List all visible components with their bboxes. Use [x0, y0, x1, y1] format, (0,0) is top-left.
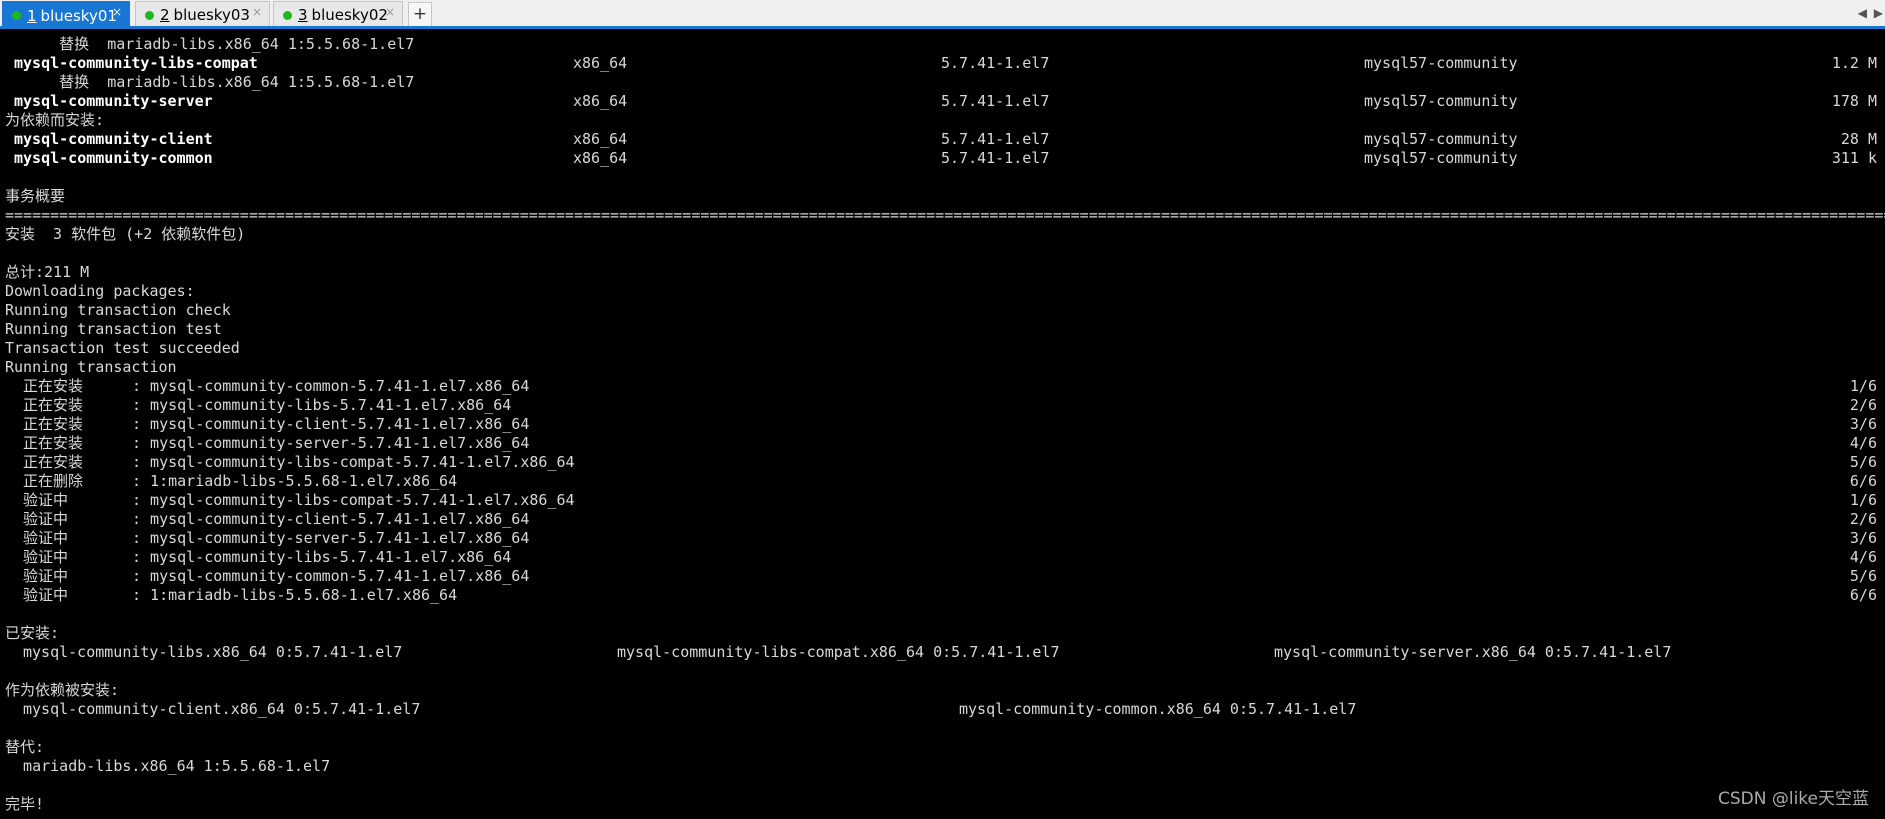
tab-bluesky01[interactable]: 1 bluesky01 × — [2, 1, 130, 29]
tab-number: 2 — [160, 6, 170, 24]
installed-heading: 已安装: — [5, 624, 60, 642]
install-count-line: 安装 3 软件包 (+2 依赖软件包) — [5, 225, 246, 243]
transaction-step: 正在删除 : 1:mariadb-libs-5.5.68-1.el7.x86_6… — [5, 472, 1877, 490]
connected-status-icon — [12, 11, 21, 20]
close-icon[interactable]: × — [252, 5, 262, 19]
terminal-output[interactable]: 替换 mariadb-libs.x86_64 1:5.5.68-1.el7 my… — [0, 30, 1885, 819]
tab-bar: 1 bluesky01 × 2 bluesky03 × 3 bluesky02 … — [0, 0, 1885, 29]
status-line: Transaction test succeeded — [5, 339, 240, 357]
package-row: mysql-community-server x86_64 5.7.41-1.e… — [14, 92, 1877, 110]
tab-number: 3 — [298, 6, 308, 24]
tab-label: bluesky01 — [40, 6, 117, 25]
transaction-step: 正在安装 : mysql-community-server-5.7.41-1.e… — [5, 434, 1877, 452]
replaced-heading: 替代: — [5, 738, 45, 756]
separator-line: ========================================… — [5, 206, 1885, 224]
transaction-step: 验证中 : mysql-community-libs-compat-5.7.41… — [5, 491, 1877, 509]
tab-label: bluesky03 — [173, 6, 250, 24]
summary-heading: 事务概要 — [5, 187, 66, 205]
transaction-step: 验证中 : 1:mariadb-libs-5.5.68-1.el7.x86_64… — [5, 586, 1877, 604]
connected-status-icon — [145, 10, 154, 20]
close-icon[interactable]: × — [112, 5, 122, 19]
transaction-step: 验证中 : mysql-community-client-5.7.41-1.el… — [5, 510, 1877, 528]
replace-line: 替换 mariadb-libs.x86_64 1:5.5.68-1.el7 — [5, 35, 415, 53]
package-row: mysql-community-common x86_64 5.7.41-1.e… — [14, 149, 1877, 167]
status-line: Running transaction test — [5, 320, 222, 338]
transaction-step: 正在安装 : mysql-community-libs-5.7.41-1.el7… — [5, 396, 1877, 414]
close-icon[interactable]: × — [385, 5, 395, 19]
dependency-installed-list: mysql-community-client.x86_64 0:5.7.41-1… — [23, 700, 1357, 718]
total-size-line: 总计:211 M — [5, 263, 90, 281]
status-line: Running transaction — [5, 358, 177, 376]
tab-bluesky02[interactable]: 3 bluesky02 × — [273, 1, 403, 28]
dependency-installed-heading: 作为依赖被安装: — [5, 681, 120, 699]
active-tab-indicator — [0, 26, 1885, 29]
transaction-step: 验证中 : mysql-community-libs-5.7.41-1.el7.… — [5, 548, 1877, 566]
transaction-step: 正在安装 : mysql-community-client-5.7.41-1.e… — [5, 415, 1877, 433]
scroll-tabs-right-icon[interactable]: ▶ — [1874, 6, 1883, 20]
status-line: Downloading packages: — [5, 282, 195, 300]
transaction-step: 验证中 : mysql-community-common-5.7.41-1.el… — [5, 567, 1877, 585]
replaced-list: mariadb-libs.x86_64 1:5.5.68-1.el7 — [5, 757, 331, 775]
tab-bluesky03[interactable]: 2 bluesky03 × — [135, 1, 270, 28]
status-line: Running transaction check — [5, 301, 231, 319]
installed-list: mysql-community-libs.x86_64 0:5.7.41-1.e… — [23, 643, 1672, 661]
add-tab-button[interactable]: + — [408, 2, 432, 27]
transaction-step: 正在安装 : mysql-community-common-5.7.41-1.e… — [5, 377, 1877, 395]
tab-number: 1 — [27, 6, 37, 25]
transaction-step: 验证中 : mysql-community-server-5.7.41-1.el… — [5, 529, 1877, 547]
connected-status-icon — [283, 10, 292, 20]
package-row: mysql-community-client x86_64 5.7.41-1.e… — [14, 130, 1877, 148]
package-row: mysql-community-libs-compat x86_64 5.7.4… — [14, 54, 1877, 72]
tab-label: bluesky02 — [311, 6, 388, 24]
csdn-watermark: CSDN @like天空蓝 — [1717, 789, 1869, 809]
done-line: 完毕! — [5, 795, 45, 813]
scroll-tabs-left-icon[interactable]: ◀ — [1858, 6, 1867, 20]
dependency-heading: 为依赖而安装: — [5, 111, 105, 129]
transaction-step: 正在安装 : mysql-community-libs-compat-5.7.4… — [5, 453, 1877, 471]
replace-line: 替换 mariadb-libs.x86_64 1:5.5.68-1.el7 — [5, 73, 415, 91]
